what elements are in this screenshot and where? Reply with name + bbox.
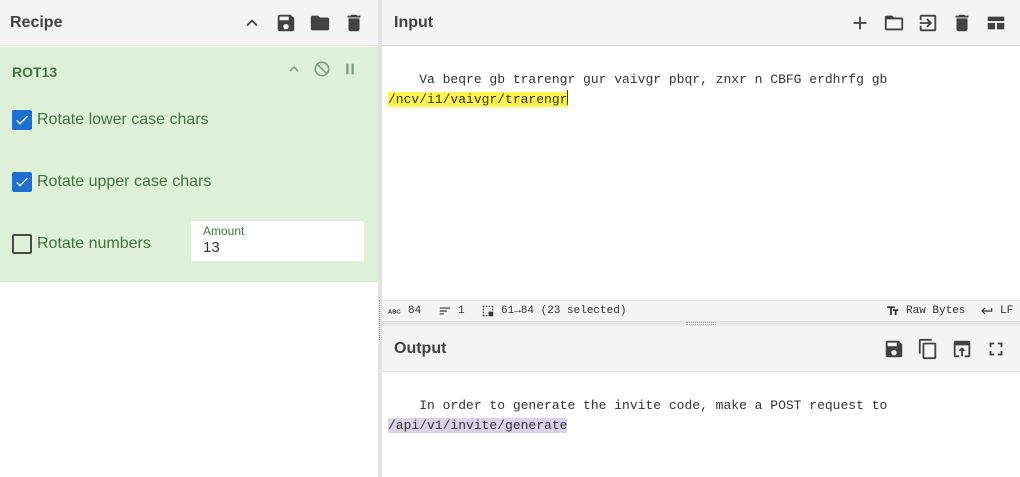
- output-textarea[interactable]: In order to generate the invite code, ma…: [388, 376, 887, 456]
- rotate-lower-label: Rotate lower case chars: [37, 111, 209, 128]
- trash-icon[interactable]: [337, 6, 371, 40]
- rotate-numbers-checkbox[interactable]: Rotate numbers: [12, 234, 151, 254]
- operation-controls: [280, 57, 364, 81]
- copy-icon[interactable]: [911, 332, 945, 366]
- text-format-icon: [887, 306, 899, 316]
- output-pane: Output: [382, 326, 1020, 372]
- save-icon[interactable]: [269, 6, 303, 40]
- move-to-input-icon[interactable]: [945, 332, 979, 366]
- lines-stat: 1: [438, 301, 465, 321]
- recipe-pane: Recipe ROT13 Rotate lower case chars Rot…: [0, 0, 378, 477]
- vertical-splitter[interactable]: [378, 0, 382, 477]
- input-selected-text: /ncv/i1/vaivgr/trarengr: [388, 92, 568, 107]
- length-stat: ABC 84: [388, 301, 421, 321]
- selection-icon: [482, 305, 494, 317]
- return-icon: [981, 307, 993, 315]
- trash-icon[interactable]: [945, 6, 979, 40]
- selection-value: 61→84 (23 selected): [501, 305, 627, 317]
- operation-rot13[interactable]: ROT13 Rotate lower case chars Rotate upp…: [0, 47, 378, 282]
- input-status-bar: ABC 84 1 61→84 (23 selected) Raw Bytes L…: [382, 300, 1020, 322]
- input-textarea[interactable]: Va beqre gb trarengr gur vaivgr pbqr, zn…: [388, 50, 887, 130]
- input-toolbar: [843, 0, 1013, 46]
- save-icon[interactable]: [877, 332, 911, 366]
- output-title: Output: [394, 339, 447, 357]
- open-file-icon[interactable]: [911, 6, 945, 40]
- pause-icon[interactable]: [336, 57, 364, 81]
- output-line-1: In order to generate the invite code, ma…: [419, 398, 888, 413]
- lines-icon: [439, 307, 451, 315]
- amount-label: Amount: [203, 224, 245, 238]
- fullscreen-icon[interactable]: [979, 332, 1013, 366]
- output-toolbar: [877, 326, 1013, 372]
- recipe-title: Recipe: [10, 13, 63, 31]
- rotate-upper-label: Rotate upper case chars: [37, 173, 212, 190]
- amount-field[interactable]: Amount 13: [191, 221, 364, 261]
- rotate-upper-checkbox[interactable]: Rotate upper case chars: [12, 172, 211, 192]
- folder-icon[interactable]: [303, 6, 337, 40]
- disable-icon[interactable]: [308, 57, 336, 81]
- lines-value: 1: [458, 305, 465, 317]
- recipe-toolbar: [235, 0, 371, 46]
- output-header: Output: [382, 326, 1020, 372]
- rotate-lower-checkbox[interactable]: Rotate lower case chars: [12, 110, 209, 130]
- encoding-button[interactable]: Raw Bytes: [886, 301, 965, 321]
- cyberchef-app: Recipe ROT13 Rotate lower case chars Rot…: [0, 0, 1020, 477]
- eol-button[interactable]: LF: [980, 301, 1013, 321]
- input-line-1: Va beqre gb trarengr gur vaivgr pbqr, zn…: [419, 72, 888, 87]
- vertical-splitter-grip[interactable]: [379, 300, 380, 340]
- plus-icon[interactable]: [843, 6, 877, 40]
- horizontal-splitter-grip[interactable]: [686, 322, 716, 325]
- output-highlighted-text: /api/v1/invite/generate: [388, 418, 568, 433]
- chevron-up-icon[interactable]: [280, 57, 308, 81]
- eol-value: LF: [1000, 305, 1014, 317]
- length-value: 84: [408, 305, 422, 317]
- abc-icon: ABC: [388, 309, 401, 315]
- amount-value[interactable]: 13: [203, 239, 220, 256]
- selection-stat: 61→84 (23 selected): [481, 301, 626, 321]
- svg-text:ABC: ABC: [388, 309, 401, 315]
- operation-name: ROT13: [12, 64, 58, 80]
- rotate-numbers-label: Rotate numbers: [37, 235, 151, 252]
- chevron-up-icon[interactable]: [235, 6, 269, 40]
- checkbox-checked-icon[interactable]: [12, 110, 32, 130]
- folder-icon[interactable]: [877, 6, 911, 40]
- recipe-header: Recipe: [0, 0, 378, 46]
- encoding-value: Raw Bytes: [906, 305, 966, 317]
- layout-icon[interactable]: [979, 6, 1013, 40]
- checkbox-checked-icon[interactable]: [12, 172, 32, 192]
- checkbox-unchecked-icon[interactable]: [12, 234, 32, 254]
- input-title: Input: [394, 13, 434, 31]
- input-pane: Input: [382, 0, 1020, 46]
- input-header: Input: [382, 0, 1020, 46]
- text-caret: [567, 90, 569, 105]
